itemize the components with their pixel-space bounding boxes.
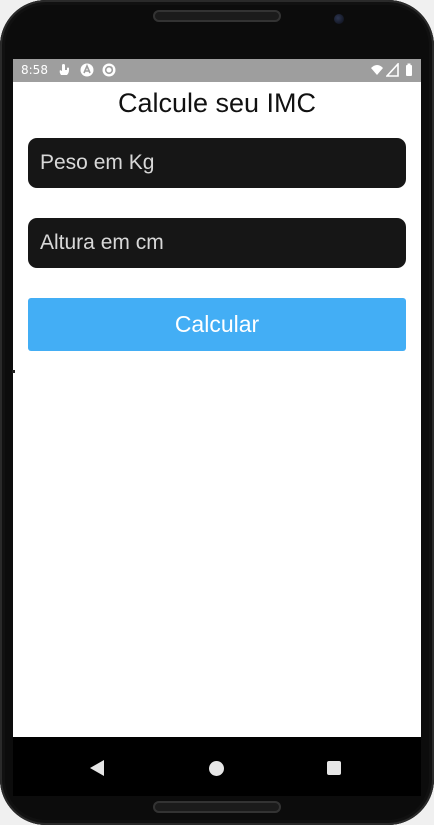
device-screen: 8:58 Calcule seu IMC Peso em Kg Altura e… (13, 59, 421, 796)
app-content: Calcule seu IMC Calcular (13, 82, 421, 737)
react-icon (80, 63, 94, 77)
home-button[interactable] (201, 753, 231, 783)
recent-apps-icon (327, 761, 341, 775)
height-field[interactable] (28, 218, 406, 268)
front-camera (334, 14, 344, 24)
weight-field[interactable] (28, 138, 406, 188)
sync-icon (102, 63, 116, 77)
wifi-icon (371, 65, 383, 75)
back-icon (90, 760, 104, 776)
page-title: Calcule seu IMC (117, 88, 317, 118)
height-input[interactable] (38, 230, 396, 256)
battery-icon (406, 63, 412, 76)
recent-apps-button[interactable] (319, 753, 349, 783)
calculate-button[interactable]: Calcular (28, 298, 406, 351)
navigation-bar (13, 737, 421, 796)
status-time: 8:58 (21, 63, 48, 77)
weight-input[interactable] (38, 150, 396, 176)
phone-frame: 8:58 Calcule seu IMC Peso em Kg Altura e… (0, 0, 434, 825)
touch-icon (59, 64, 69, 75)
edge-artifact (12, 370, 15, 373)
back-button[interactable] (82, 753, 112, 783)
earpiece-speaker (153, 10, 281, 22)
signal-icon (386, 63, 399, 77)
home-icon (208, 760, 224, 776)
bottom-speaker (153, 801, 281, 813)
status-bar: 8:58 (13, 59, 421, 82)
